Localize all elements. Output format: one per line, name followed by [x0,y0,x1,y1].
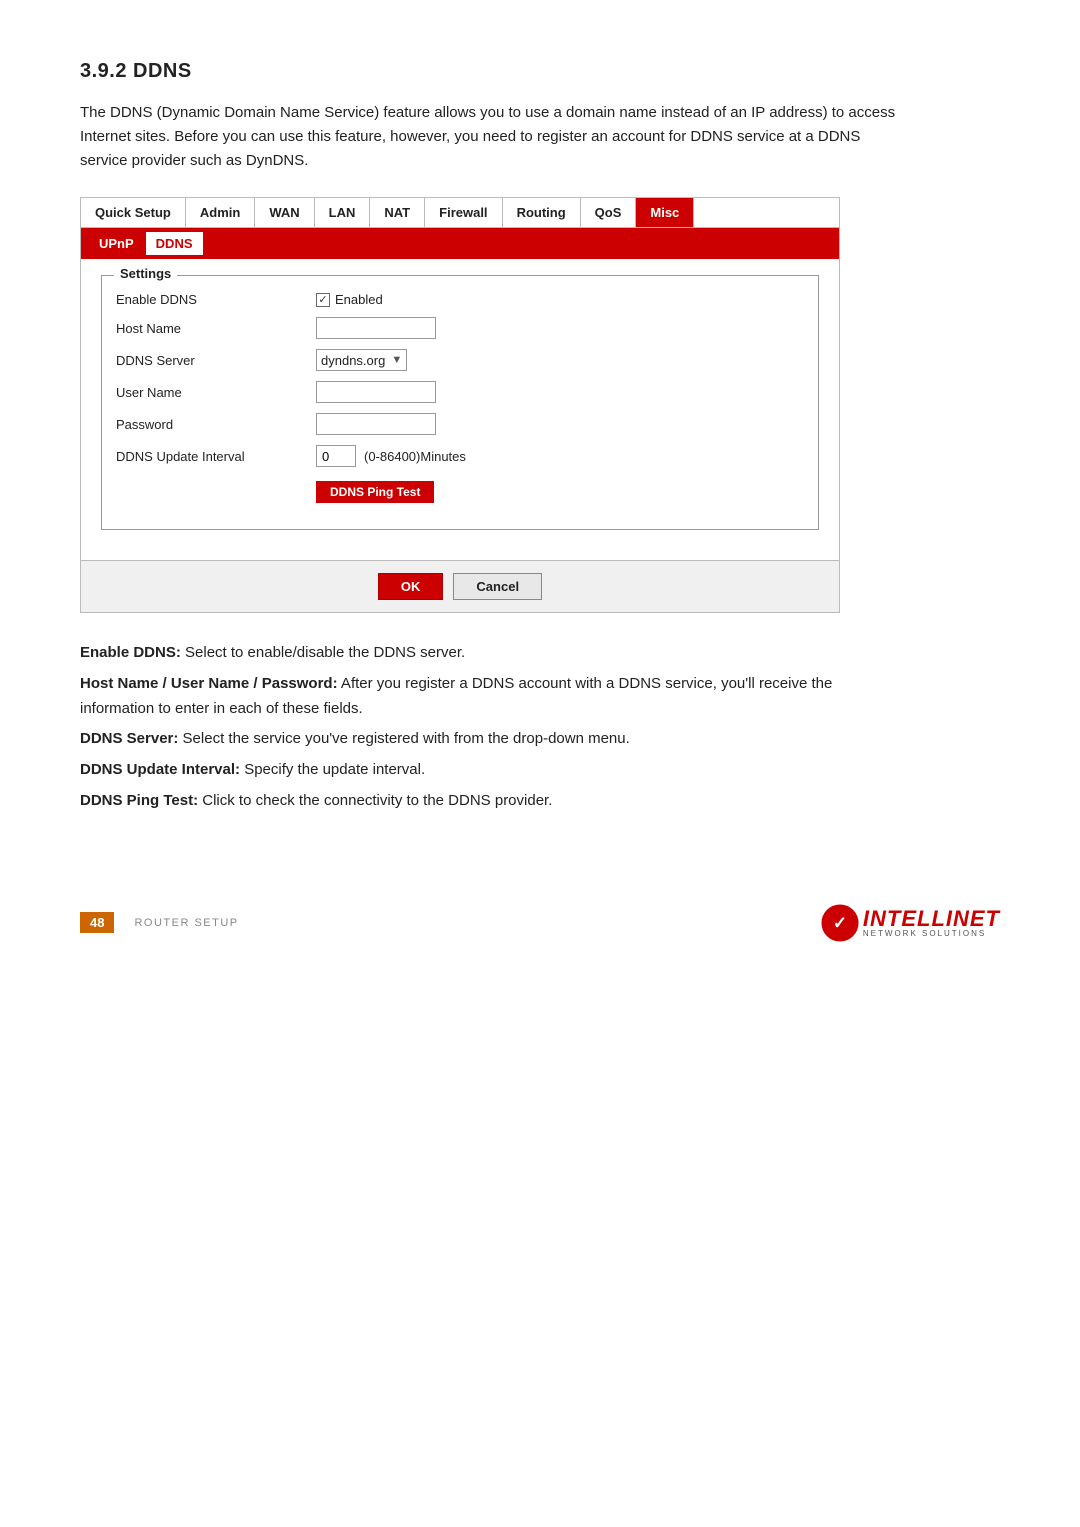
page-footer: 48 ROUTER SETUP ✓ INTELLINET NETWORK SOL… [80,894,1000,942]
term-hostname: Host Name / User Name / Password: [80,675,338,692]
term-interval: DDNS Update Interval: [80,761,240,778]
select-arrow-icon: ▼ [391,354,402,366]
ddns-ping-test-button[interactable]: DDNS Ping Test [316,481,434,503]
panel-body: Settings Enable DDNS ✓ Enabled Host Name [81,259,839,560]
sub-nav: UPnP DDNS [81,228,839,259]
intro-text: The DDNS (Dynamic Domain Name Service) f… [80,101,900,173]
interval-hint: (0-86400)Minutes [364,449,466,464]
checkbox-icon[interactable]: ✓ [316,293,330,307]
nav-item-nat[interactable]: NAT [370,198,425,227]
nav-item-misc[interactable]: Misc [636,198,694,227]
intellinet-logo-icon: ✓ [821,904,859,942]
desc-enableddns: Enable DDNS: Select to enable/disable th… [80,641,900,666]
nav-item-quicksetup[interactable]: Quick Setup [81,198,186,227]
label-enableddns: Enable DDNS [116,292,316,307]
nav-item-wan[interactable]: WAN [255,198,314,227]
input-interval[interactable] [316,445,356,467]
nav-item-admin[interactable]: Admin [186,198,255,227]
desc-interval: DDNS Update Interval: Specify the update… [80,758,900,783]
footer-left: 48 ROUTER SETUP [80,912,239,933]
text-ddnsserver: Select the service you've registered wit… [178,730,629,747]
select-ddnsserver-value: dyndns.org [321,353,385,368]
panel-footer: OK Cancel [81,560,839,612]
form-row-username: User Name [116,381,804,403]
nav-bar: Quick Setup Admin WAN LAN NAT Firewall R… [81,198,839,228]
section-title: 3.9.2 DDNS [80,60,1000,83]
settings-legend: Settings [114,266,177,281]
desc-pingtest: DDNS Ping Test: Click to check the conne… [80,789,900,814]
form-row-pingtest: DDNS Ping Test [316,477,804,503]
label-password: Password [116,417,316,432]
input-hostname[interactable] [316,317,436,339]
text-pingtest: Click to check the connectivity to the D… [198,792,552,809]
term-ddnsserver: DDNS Server: [80,730,178,747]
nav-item-routing[interactable]: Routing [503,198,581,227]
label-ddnsserver: DDNS Server [116,353,316,368]
form-row-interval: DDNS Update Interval (0-86400)Minutes [116,445,804,467]
router-panel: Quick Setup Admin WAN LAN NAT Firewall R… [80,197,840,613]
ok-button[interactable]: OK [378,573,444,600]
control-ddnsserver: dyndns.org ▼ [316,349,407,371]
control-hostname [316,317,436,339]
form-row-ddnsserver: DDNS Server dyndns.org ▼ [116,349,804,371]
text-interval: Specify the update interval. [240,761,425,778]
term-pingtest: DDNS Ping Test: [80,792,198,809]
form-row-hostname: Host Name [116,317,804,339]
footer-router-setup-label: ROUTER SETUP [134,917,238,929]
logo-sub-text: NETWORK SOLUTIONS [863,930,1000,938]
descriptions-block: Enable DDNS: Select to enable/disable th… [80,641,900,814]
input-username[interactable] [316,381,436,403]
desc-ddnsserver: DDNS Server: Select the service you've r… [80,727,900,752]
label-username: User Name [116,385,316,400]
label-hostname: Host Name [116,321,316,336]
label-interval: DDNS Update Interval [116,449,316,464]
subnav-ddns[interactable]: DDNS [146,232,203,255]
checkbox-enabled-text: Enabled [335,292,383,307]
form-row-password: Password [116,413,804,435]
input-password[interactable] [316,413,436,435]
nav-item-qos[interactable]: QoS [581,198,637,227]
nav-item-firewall[interactable]: Firewall [425,198,502,227]
logo-text: INTELLINET NETWORK SOLUTIONS [863,908,1000,938]
page-number: 48 [80,912,114,933]
control-enableddns: ✓ Enabled [316,292,383,307]
control-username [316,381,436,403]
term-enableddns: Enable DDNS: [80,644,181,661]
checkbox-enabled-label[interactable]: ✓ Enabled [316,292,383,307]
control-password [316,413,436,435]
desc-hostname: Host Name / User Name / Password: After … [80,672,900,722]
cancel-button[interactable]: Cancel [453,573,542,600]
form-row-enableddns: Enable DDNS ✓ Enabled [116,292,804,307]
svg-text:✓: ✓ [833,913,847,932]
select-ddnsserver[interactable]: dyndns.org ▼ [316,349,407,371]
intellinet-logo: ✓ INTELLINET NETWORK SOLUTIONS [821,904,1000,942]
text-enableddns: Select to enable/disable the DDNS server… [181,644,465,661]
nav-item-lan[interactable]: LAN [315,198,371,227]
logo-main-text: INTELLINET [863,908,1000,930]
subnav-upnp[interactable]: UPnP [89,232,144,255]
control-interval: (0-86400)Minutes [316,445,466,467]
settings-group: Settings Enable DDNS ✓ Enabled Host Name [101,275,819,530]
